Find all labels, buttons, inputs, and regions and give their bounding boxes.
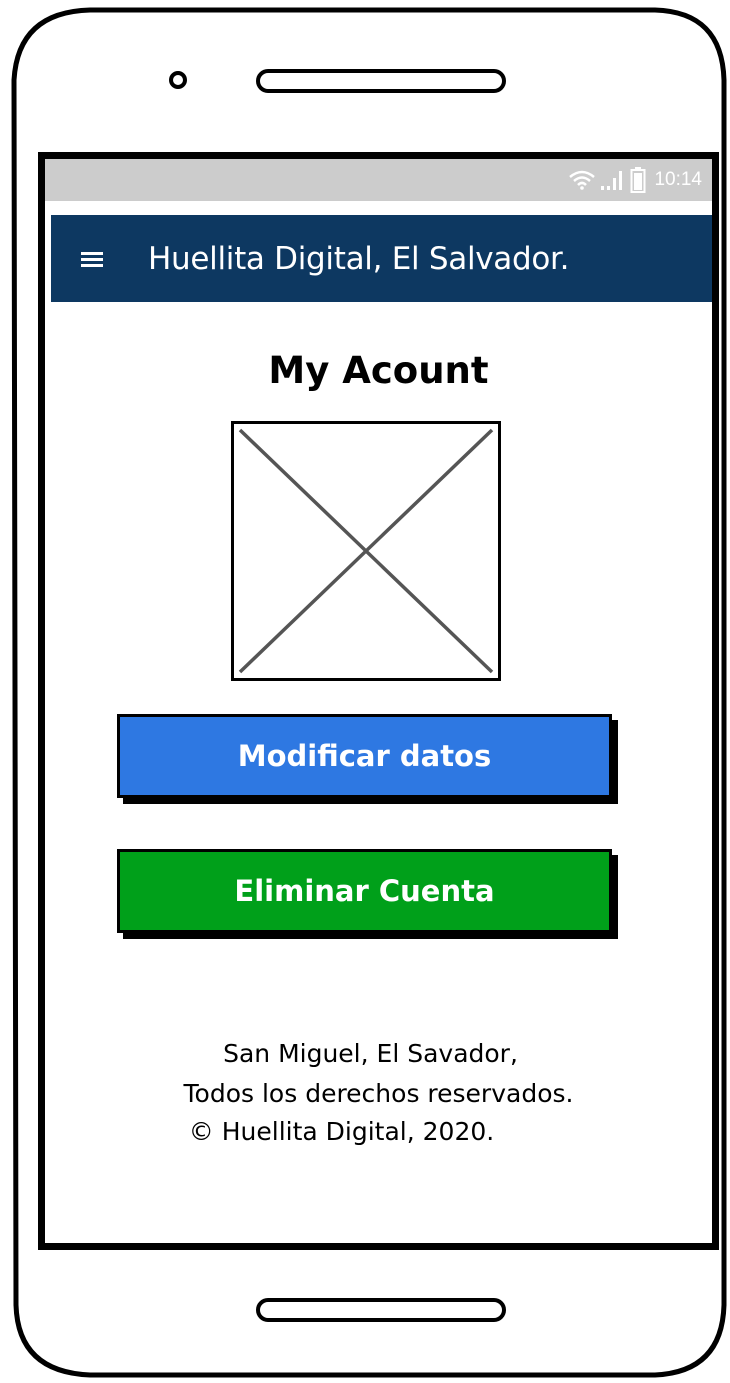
app-bar: Huellita Digital, El Salvador. (51, 215, 712, 302)
modify-data-label: Modificar datos (237, 739, 492, 773)
phone-mockup: 10:14 Huellita Digital, El Salvador. My … (0, 0, 730, 1383)
delete-account-button[interactable]: Eliminar Cuenta (117, 849, 612, 933)
signal-icon (601, 171, 623, 190)
modify-data-button[interactable]: Modificar datos (117, 714, 612, 798)
speaker-slot (256, 69, 506, 93)
image-placeholder-icon (238, 428, 494, 674)
status-bar: 10:14 (45, 159, 712, 209)
delete-account-label: Eliminar Cuenta (234, 874, 495, 908)
camera-icon (169, 71, 187, 89)
footer-copyright: © Huellita Digital, 2020. (188, 1117, 495, 1146)
battery-icon (630, 167, 646, 193)
app-title: Huellita Digital, El Salvador. (148, 240, 570, 277)
home-button[interactable] (256, 1298, 506, 1322)
footer-rights: Todos los derechos reservados. (183, 1079, 574, 1108)
account-image (231, 421, 501, 681)
wifi-icon (569, 170, 596, 190)
status-time: 10:14 (654, 169, 702, 190)
hamburger-menu-icon[interactable] (81, 250, 105, 268)
footer-location: San Miguel, El Savador, (223, 1039, 518, 1068)
phone-screen: 10:14 Huellita Digital, El Salvador. My … (38, 152, 719, 1250)
page-title: My Acount (268, 349, 489, 392)
